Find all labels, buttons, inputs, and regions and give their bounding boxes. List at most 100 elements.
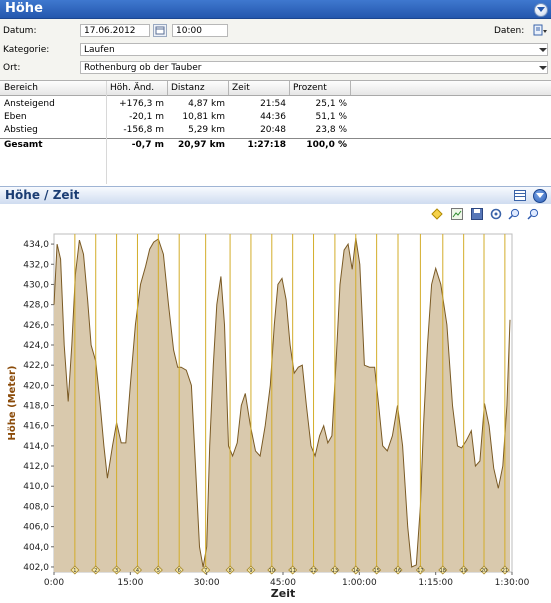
marker-label: 10 <box>269 568 275 574</box>
y-tick-label: 432,0 <box>23 260 49 270</box>
chevron-down-icon[interactable] <box>539 66 547 70</box>
cell-hoehe: -20,1 m <box>129 112 164 122</box>
cell-zeit: 44:36 <box>260 112 286 122</box>
column-header[interactable]: Prozent <box>293 83 327 93</box>
y-tick-label: 418,0 <box>23 402 49 412</box>
marker-label: 12 <box>310 568 316 574</box>
y-tick-label: 420,0 <box>23 381 49 391</box>
zoom-in-icon[interactable] <box>508 208 520 220</box>
column-header[interactable]: Höh. Änd. <box>110 83 154 93</box>
window-title: Höhe <box>5 1 43 16</box>
chart-toolbar <box>0 204 551 224</box>
y-tick-label: 410,0 <box>23 482 49 492</box>
cell-prozent: 25,1 % <box>315 99 347 109</box>
marker-label: 17 <box>417 568 423 574</box>
save-icon[interactable] <box>471 208 483 220</box>
cell-bereich: Ansteigend <box>4 99 55 109</box>
y-tick-label: 414,0 <box>23 442 49 452</box>
y-tick-label: 428,0 <box>23 301 49 311</box>
cell-prozent: 51,1 % <box>315 112 347 122</box>
cell-distanz: 4,87 km <box>188 99 225 109</box>
marker-label: 9 <box>249 568 252 574</box>
y-axis-title: Höhe (Meter) <box>7 366 18 441</box>
column-header[interactable]: Distanz <box>171 83 205 93</box>
y-tick-label: 424,0 <box>23 341 49 351</box>
time-input[interactable]: 10:00 <box>172 24 228 37</box>
elevation-chart-svg: 1 2 3 4 5 6 7 8 9 10 11 12 13 14 15 16 17 18 19 20 21402,040… <box>7 233 530 600</box>
cell-distanz: 10,81 km <box>182 112 225 122</box>
table-row[interactable]: Ansteigend +176,3 m 4,87 km 21:54 25,1 % <box>0 98 551 110</box>
table-total-row[interactable]: Gesamt -0,7 m 20,97 km 1:27:18 100,0 % <box>0 139 551 151</box>
y-tick-label: 426,0 <box>23 321 49 331</box>
diamond-icon[interactable] <box>431 208 443 220</box>
y-tick-label: 430,0 <box>23 280 49 290</box>
marker-label: 5 <box>157 568 160 574</box>
marker-label: 13 <box>332 568 338 574</box>
x-tick-label: 1:30:00 <box>495 578 530 588</box>
y-tick-label: 402,0 <box>23 563 49 573</box>
y-tick-label: 406,0 <box>23 523 49 533</box>
cell-distanz: 20,97 km <box>178 140 225 150</box>
cell-hoehe: -156,8 m <box>123 125 164 135</box>
table-row[interactable]: Eben -20,1 m 10,81 km 44:36 51,1 % <box>0 111 551 123</box>
y-tick-label: 412,0 <box>23 462 49 472</box>
marker-label: 14 <box>353 568 359 574</box>
summary-table: Bereich Höh. Änd. Distanz Zeit Prozent A… <box>0 80 551 184</box>
marker-label: 18 <box>440 568 446 574</box>
marker-label: 11 <box>289 568 295 574</box>
chevron-down-icon[interactable] <box>539 48 547 52</box>
cell-bereich: Eben <box>4 112 27 122</box>
cell-hoehe: -0,7 m <box>131 140 164 150</box>
marker-label: 4 <box>136 568 139 574</box>
marker-label: 21 <box>502 568 508 574</box>
dropdown-icon[interactable] <box>533 189 547 203</box>
column-header[interactable]: Zeit <box>232 83 250 93</box>
x-tick-label: 0:00 <box>44 578 64 588</box>
elevation-chart: 1 2 3 4 5 6 7 8 9 10 11 12 13 14 15 16 17 18 19 20 21 402,0 40… <box>0 224 551 600</box>
header-form: Datum: 17.06.2012 10:00 Daten: Kategorie… <box>0 19 551 80</box>
layout-icon[interactable] <box>514 190 526 201</box>
x-tick-label: 1:15:00 <box>418 578 453 588</box>
marker-label: 1 <box>73 568 76 574</box>
marker-label: 2 <box>94 568 97 574</box>
table-row[interactable]: Abstieg -156,8 m 5,29 km 20:48 23,8 % <box>0 124 551 136</box>
datum-label: Datum: <box>3 26 37 36</box>
cell-hoehe: +176,3 m <box>119 99 164 109</box>
cell-bereich: Abstieg <box>4 125 38 135</box>
collapse-icon[interactable] <box>534 3 548 17</box>
zoom-out-icon[interactable] <box>527 208 539 220</box>
cell-distanz: 5,29 km <box>188 125 225 135</box>
daten-label: Daten: <box>494 26 525 36</box>
chart-icon[interactable] <box>451 208 463 220</box>
cell-zeit: 20:48 <box>260 125 286 135</box>
marker-label: 3 <box>115 568 118 574</box>
x-tick-label: 30:00 <box>194 578 220 588</box>
date-input[interactable]: 17.06.2012 <box>80 24 150 37</box>
y-tick-label: 416,0 <box>23 422 49 432</box>
cell-prozent: 23,8 % <box>315 125 347 135</box>
marker-label: 19 <box>460 568 466 574</box>
kategorie-label: Kategorie: <box>3 45 50 55</box>
marker-label: 15 <box>373 568 379 574</box>
cell-zeit: 21:54 <box>260 99 286 109</box>
cell-zeit: 1:27:18 <box>247 140 286 150</box>
kategorie-select[interactable]: Laufen <box>80 43 548 56</box>
chart-section-header: Höhe / Zeit <box>0 186 551 205</box>
cell-bereich: Gesamt <box>4 140 43 150</box>
table-header: Bereich Höh. Änd. Distanz Zeit Prozent <box>0 81 551 96</box>
chart-section-title: Höhe / Zeit <box>5 188 80 202</box>
y-tick-label: 404,0 <box>23 543 49 553</box>
marker-label: 16 <box>395 568 401 574</box>
data-options-icon[interactable] <box>532 24 548 37</box>
x-axis-title: Zeit <box>271 587 295 600</box>
ort-select[interactable]: Rothenburg ob der Tauber <box>80 61 548 74</box>
window-titlebar: Höhe <box>0 0 551 19</box>
column-header[interactable]: Bereich <box>4 83 38 93</box>
marker-label: 8 <box>228 568 231 574</box>
y-tick-label: 408,0 <box>23 502 49 512</box>
marker-label: 6 <box>178 568 181 574</box>
x-tick-label: 1:00:00 <box>342 578 377 588</box>
x-tick-label: 15:00 <box>117 578 143 588</box>
calendar-icon[interactable] <box>153 24 167 37</box>
settings-icon[interactable] <box>490 208 502 220</box>
